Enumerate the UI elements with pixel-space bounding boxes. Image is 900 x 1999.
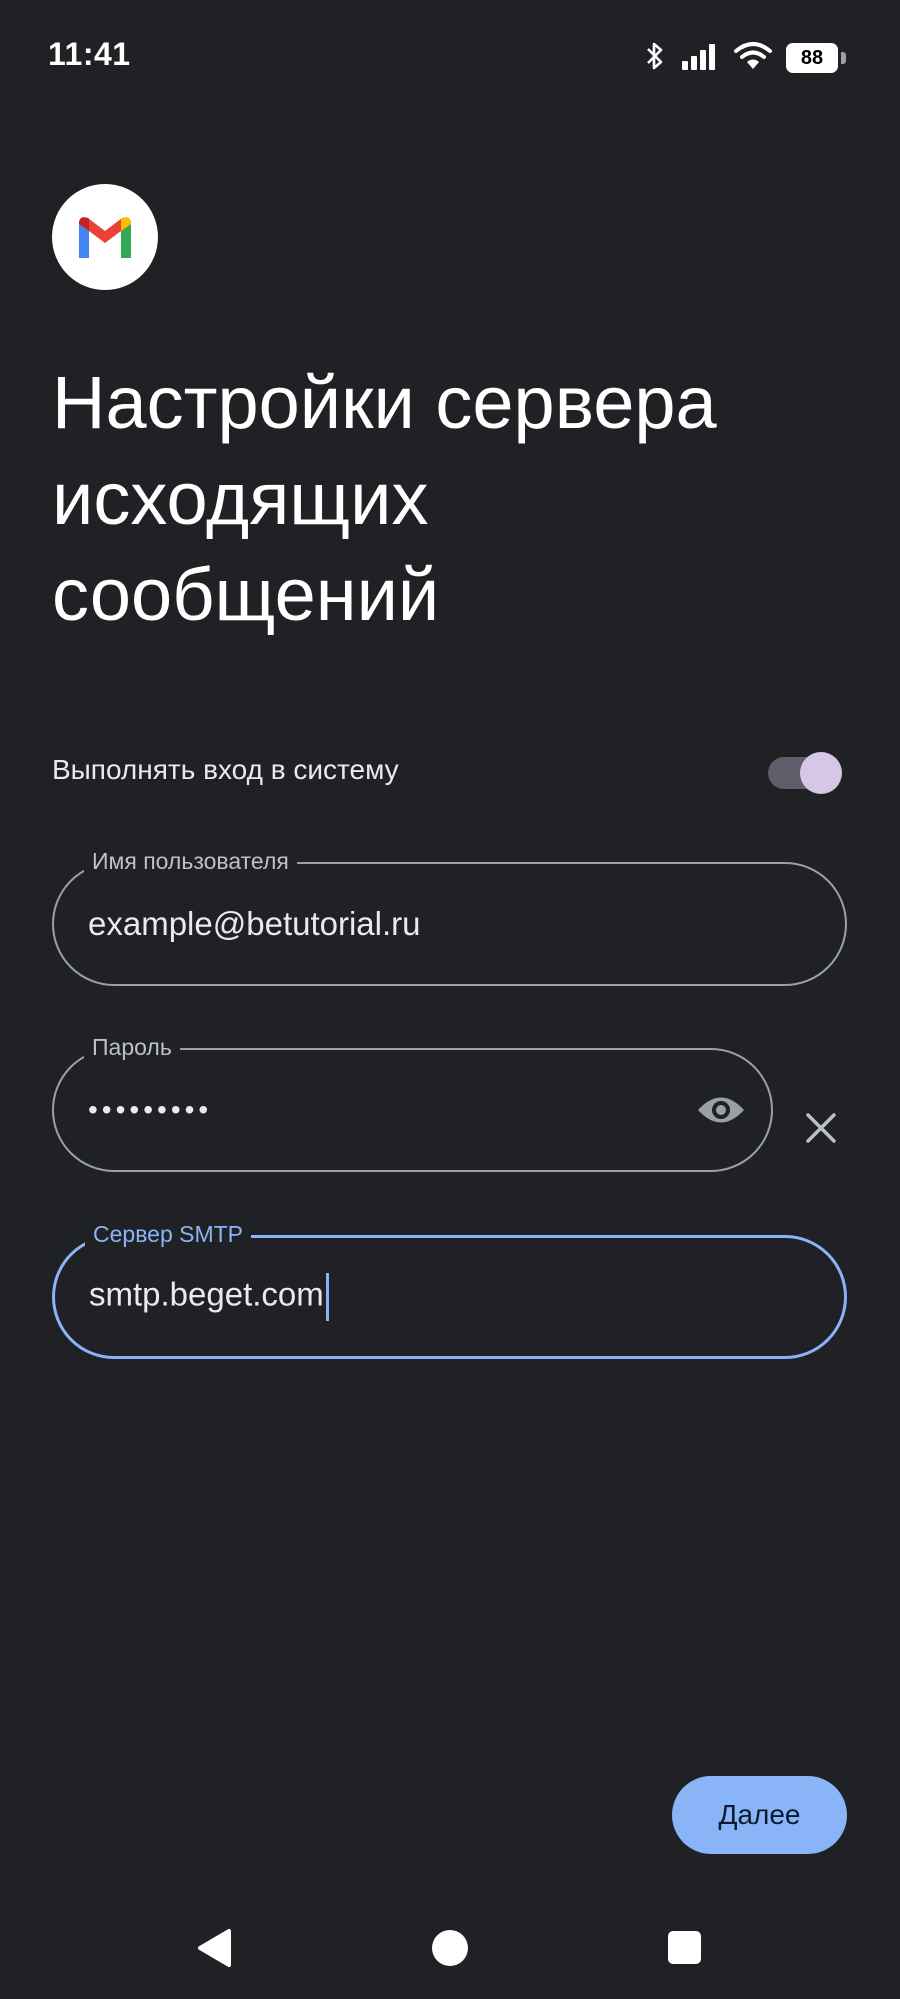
smtp-server-field[interactable]: Сервер SMTP smtp.beget.com <box>52 1219 847 1359</box>
page-title-line: Настройки сервера <box>52 361 717 444</box>
login-toggle-row: Выполнять вход в систему <box>52 748 842 800</box>
smtp-server-field-value: smtp.beget.com <box>89 1275 324 1313</box>
signal-icon <box>680 41 720 76</box>
login-toggle-switch[interactable] <box>768 752 842 794</box>
battery-icon: 88 <box>786 43 846 73</box>
login-toggle-label: Выполнять вход в систему <box>52 754 399 785</box>
username-field-value: example@betutorial.ru <box>88 905 421 942</box>
gmail-logo-icon <box>52 184 158 290</box>
back-icon[interactable] <box>196 1928 232 1973</box>
status-time: 11:41 <box>48 36 131 72</box>
username-field-label: Имя пользователя <box>84 846 297 876</box>
password-field-label: Пароль <box>84 1032 180 1062</box>
bluetooth-icon <box>644 41 666 76</box>
password-field-value: ••••••••• <box>88 1094 213 1125</box>
username-field[interactable]: Имя пользователя example@betutorial.ru <box>52 846 847 986</box>
page-title-line: исходящих <box>52 457 429 540</box>
recents-icon[interactable] <box>668 1931 701 1964</box>
toggle-thumb <box>800 752 842 794</box>
next-button[interactable]: Далее <box>672 1776 847 1854</box>
system-nav-bar <box>0 1900 900 1999</box>
home-icon[interactable] <box>432 1930 468 1966</box>
status-icons: 88 <box>644 38 846 78</box>
status-bar: 11:41 88 <box>0 0 900 110</box>
password-field[interactable]: Пароль ••••••••• <box>52 1032 773 1172</box>
smtp-server-field-label: Сервер SMTP <box>85 1219 252 1249</box>
page-title-line: сообщений <box>52 553 440 636</box>
text-caret <box>325 1273 329 1321</box>
smtp-server-field-value-wrap: smtp.beget.com <box>89 1273 329 1321</box>
wifi-icon <box>734 41 772 76</box>
battery-level: 88 <box>800 46 824 69</box>
page-title: Настройки сервера исходящих сообщений <box>52 355 852 643</box>
show-password-eye-icon[interactable] <box>693 1082 749 1138</box>
close-icon[interactable] <box>798 1105 844 1151</box>
